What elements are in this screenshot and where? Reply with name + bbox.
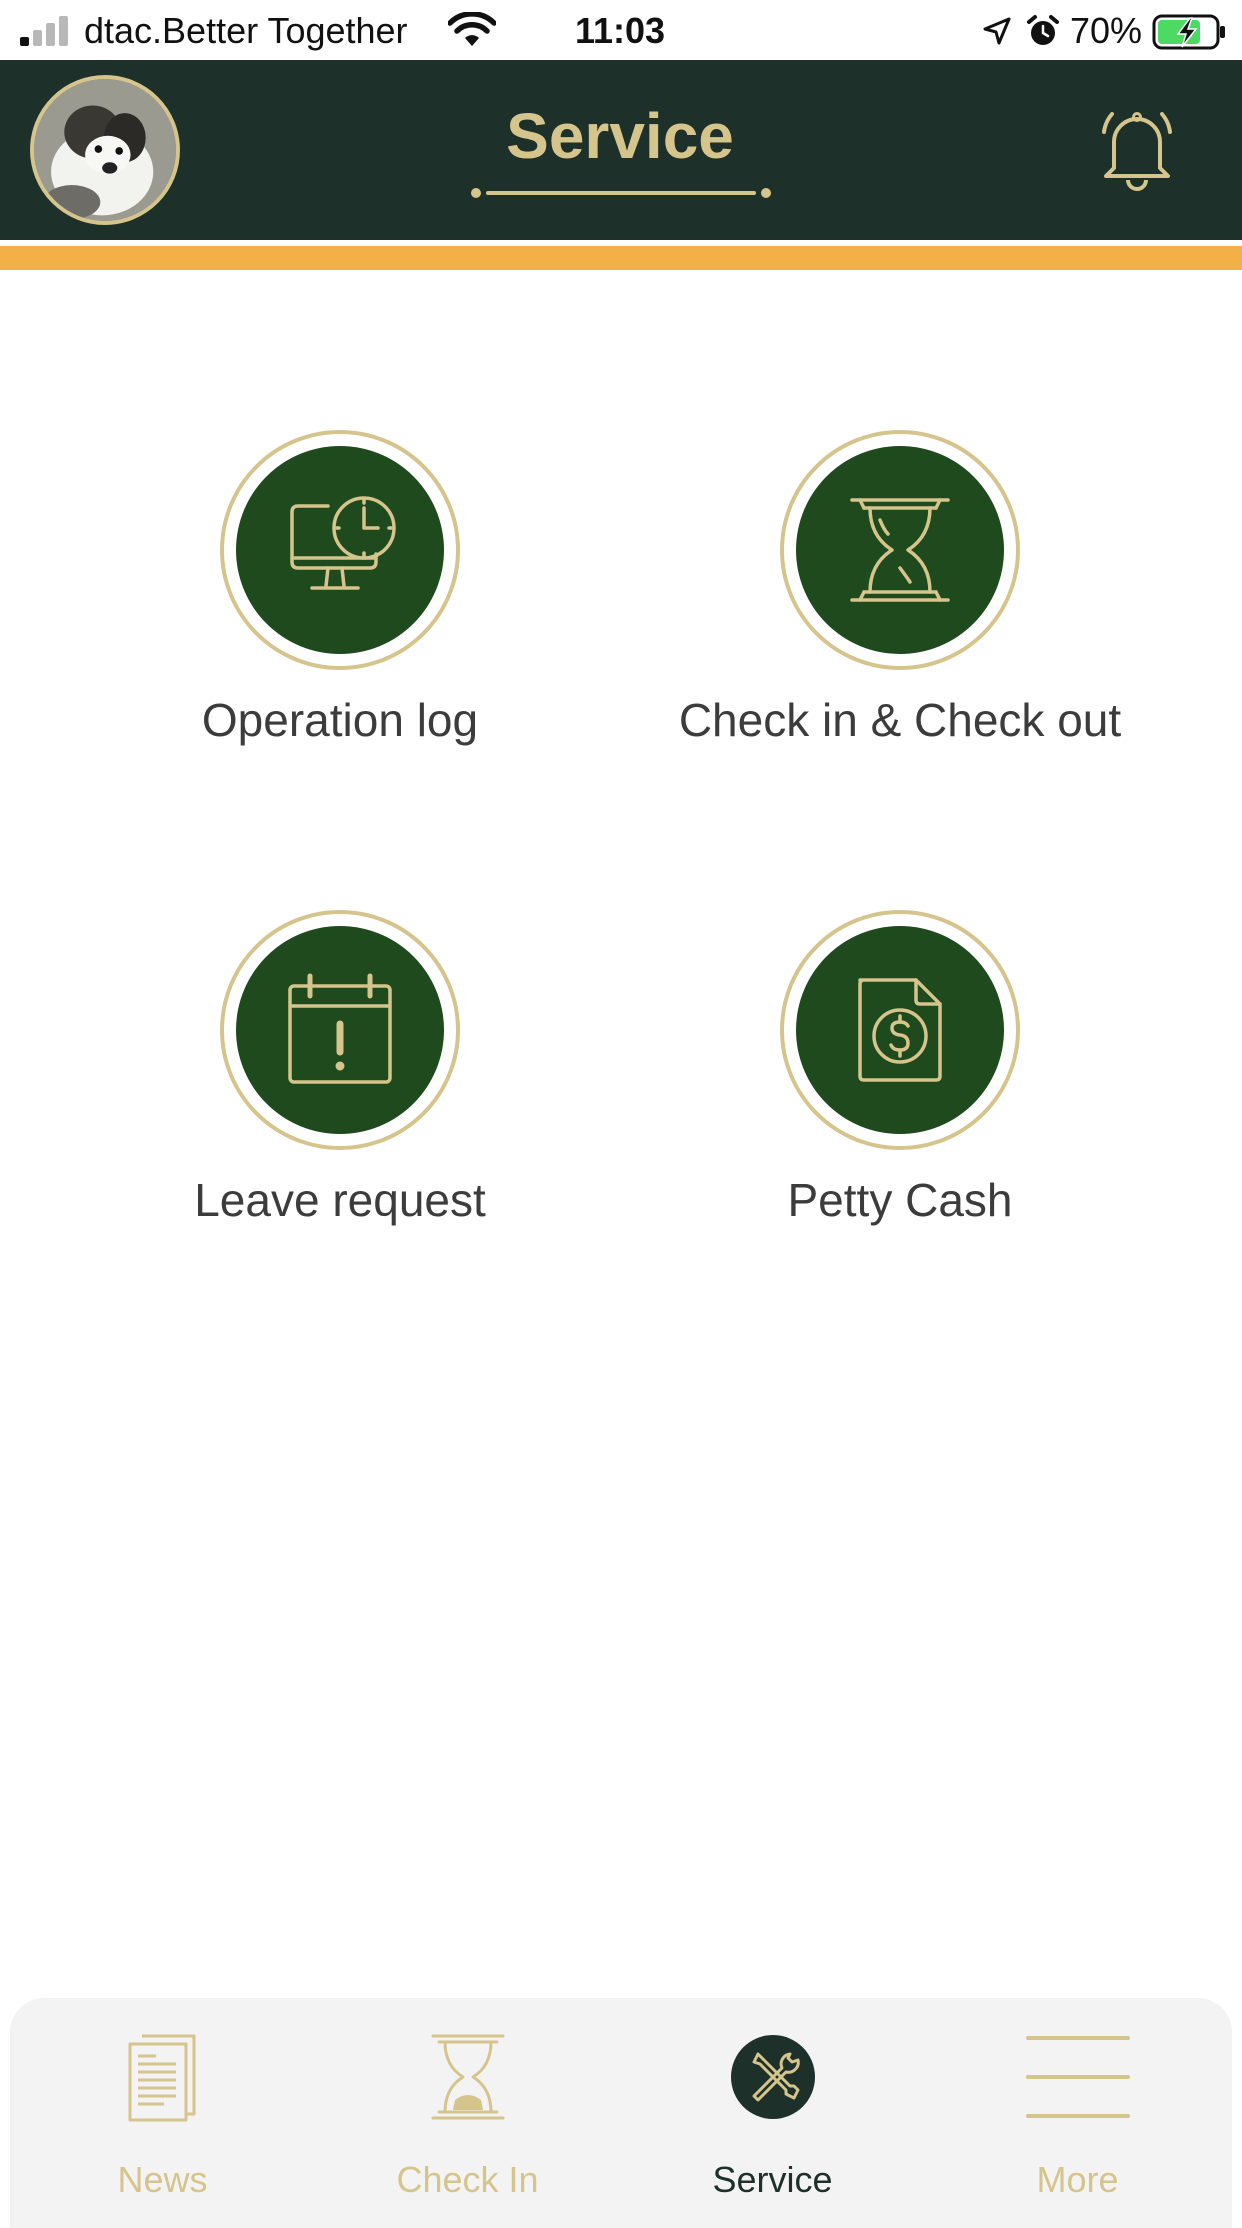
leave-request-label: Leave request (194, 1174, 486, 1226)
title-underline-ornament (471, 188, 771, 198)
petty-cash-button[interactable]: Petty Cash (630, 910, 1170, 1240)
leave-request-icon-ring (220, 910, 460, 1150)
monitor-clock-icon (290, 496, 396, 590)
check-in-check-out-button[interactable]: Check in & Check out (630, 430, 1170, 760)
operation-log-icon-disc (236, 446, 444, 654)
tab-service[interactable]: Service (620, 1998, 925, 2208)
check-in-check-out-icon-ring (780, 430, 1020, 670)
alarm-clock-icon (1027, 15, 1059, 45)
operation-log-label: Operation log (201, 694, 479, 746)
hourglass-icon (850, 498, 950, 602)
check-in-check-out-label: Check in & Check out (678, 694, 1122, 746)
tab-news-label: News (117, 2159, 208, 2200)
page-title: Service (506, 100, 734, 172)
check-in-check-out-icon-disc (796, 446, 1004, 654)
tab-service-label: Service (712, 2159, 833, 2200)
header-accent-strip (0, 246, 1242, 270)
status-bar: dtac.Better Together 11:03 70% (0, 0, 1242, 60)
location-arrow-icon (983, 17, 1011, 45)
hourglass-icon (431, 2034, 504, 2120)
carrier-name: dtac.Better Together (84, 10, 408, 51)
cellular-signal-icon (20, 16, 68, 46)
bottom-tab-bar: News Check In Service More (10, 1998, 1232, 2228)
battery-charging-icon (1152, 14, 1225, 50)
leave-request-button[interactable]: Leave request (70, 910, 610, 1240)
menu-icon (1025, 2036, 1130, 2118)
wifi-icon (448, 12, 496, 46)
newspaper-icon (128, 2034, 195, 2122)
battery-percent: 70% (1070, 10, 1143, 51)
tab-news[interactable]: News (10, 1998, 315, 2208)
calendar-alert-icon (288, 973, 392, 1084)
petty-cash-icon-disc (796, 926, 1004, 1134)
petty-cash-label: Petty Cash (787, 1174, 1013, 1226)
tab-more-label: More (1036, 2159, 1119, 2200)
tab-check-in[interactable]: Check In (315, 1998, 620, 2208)
status-time: 11:03 (574, 10, 666, 51)
operation-log-icon-ring (220, 430, 460, 670)
tab-more[interactable]: More (925, 1998, 1230, 2208)
avatar-photo (34, 79, 176, 221)
tools-icon (730, 2035, 815, 2119)
notification-bell-icon[interactable] (1094, 102, 1180, 196)
document-dollar-icon (858, 978, 942, 1082)
avatar[interactable] (30, 75, 180, 225)
petty-cash-icon-ring (780, 910, 1020, 1150)
tab-check-in-label: Check In (396, 2159, 539, 2200)
leave-request-icon-disc (236, 926, 444, 1134)
operation-log-button[interactable]: Operation log (70, 430, 610, 760)
